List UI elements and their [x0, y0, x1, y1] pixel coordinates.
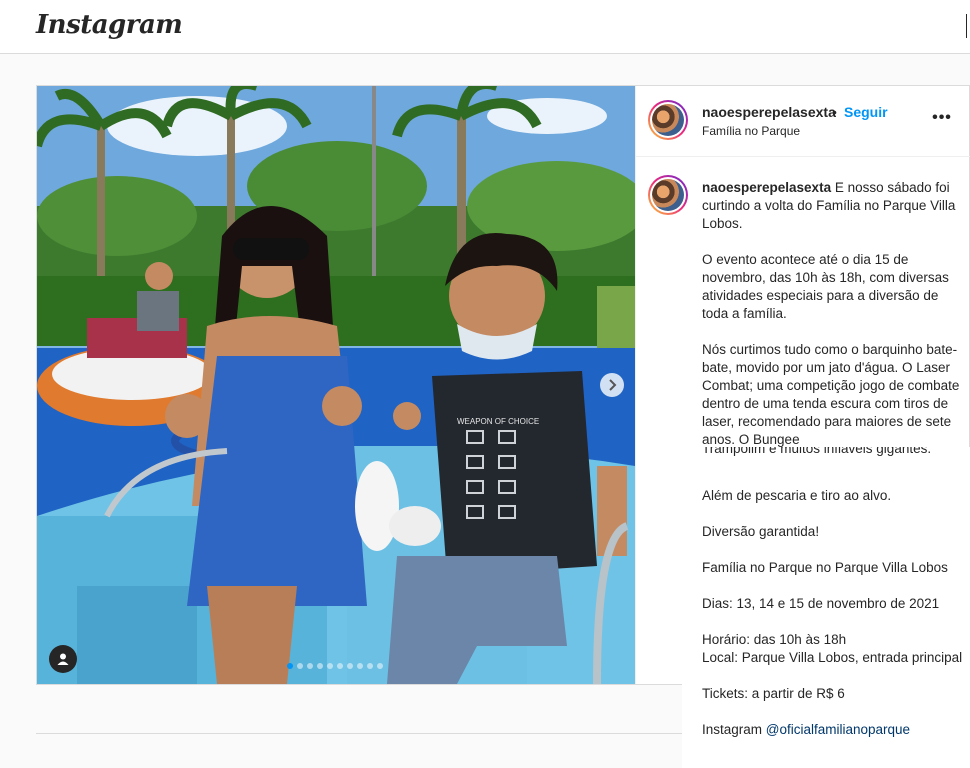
caption-paragraph: Família no Parque no Parque Villa Lobos [702, 560, 948, 575]
carousel-dot [297, 663, 303, 669]
carousel-dot [337, 663, 343, 669]
separator-dot: • [832, 104, 837, 120]
carousel-dot [377, 663, 383, 669]
caption-paragraph: Nós curtimos tudo como o barquinho bate-… [702, 342, 960, 447]
follow-button[interactable]: Seguir [844, 104, 888, 120]
carousel-dot [367, 663, 373, 669]
caption-paragraph: Horário: das 10h às 18h [702, 632, 847, 647]
caption-overflow: Além de pescaria e tiro ao alvo. Diversã… [682, 456, 970, 768]
top-navigation-bar: Instagram [0, 0, 970, 54]
profile-link[interactable]: @oficialfamilianoparque [766, 722, 910, 737]
user-icon [57, 653, 69, 665]
carousel-dot [287, 663, 293, 669]
divider [36, 733, 682, 734]
caption: naoesperepelasexta E nosso sábado foi cu… [702, 179, 960, 449]
carousel-dot [317, 663, 323, 669]
caption-username[interactable]: naoesperepelasexta [702, 180, 831, 195]
more-horizontal-icon[interactable]: ••• [932, 108, 952, 128]
caption-paragraph: Instagram @oficialfamilianoparque [702, 722, 911, 737]
post-username[interactable]: naoesperepelasexta [702, 104, 836, 120]
post-photo[interactable]: WEAPON OF CHOICE [37, 86, 635, 684]
svg-text:WEAPON OF CHOICE: WEAPON OF CHOICE [457, 417, 539, 426]
caption-paragraph: Tickets: a partir de R$ 6 [702, 686, 845, 701]
next-slide-button[interactable] [600, 373, 624, 397]
avatar-image [652, 179, 684, 211]
avatar[interactable] [648, 100, 688, 140]
instagram-logo[interactable]: Instagram [36, 10, 183, 40]
avatar-image [652, 104, 684, 136]
carousel-indicators [287, 663, 383, 669]
tagged-users-button[interactable] [49, 645, 77, 673]
caption-paragraph: Diversão garantida! [702, 524, 820, 539]
post-location[interactable]: Família no Parque [702, 124, 800, 138]
nav-edge-icon [966, 14, 970, 38]
carousel-dot [357, 663, 363, 669]
caption-avatar[interactable] [648, 175, 688, 215]
caption-paragraph: Local: Parque Villa Lobos, entrada princ… [702, 650, 963, 665]
carousel-dot [307, 663, 313, 669]
caption-paragraph: Dias: 13, 14 e 15 de novembro de 2021 [702, 596, 940, 611]
post-header: naoesperepelasexta • Seguir Família no P… [636, 86, 970, 157]
carousel-dot [327, 663, 333, 669]
chevron-right-icon [609, 379, 617, 391]
caption-paragraph: O evento acontece até o dia 15 de novemb… [702, 252, 949, 321]
photo-illustration: WEAPON OF CHOICE [37, 86, 635, 684]
carousel-dot [347, 663, 353, 669]
caption-paragraph: Além de pescaria e tiro ao alvo. [702, 488, 892, 503]
